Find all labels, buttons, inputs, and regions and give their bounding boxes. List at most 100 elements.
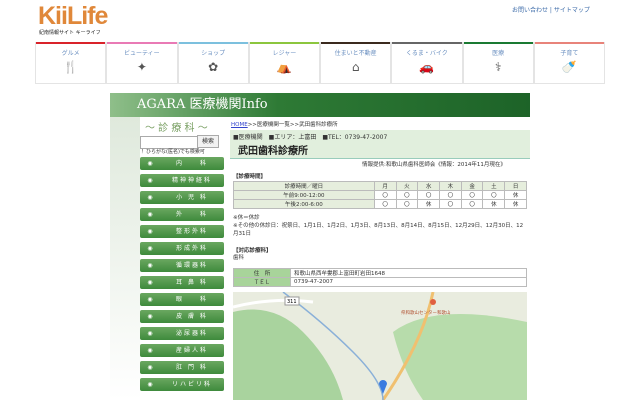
search-hint: ！ひらがな(医名)でも検索可 [141,149,205,155]
department-label: 形成外科 [175,245,208,252]
departments-value: 歯科 [233,255,245,261]
department-link[interactable]: ◉ 肛 門 科 [140,361,224,374]
hours-header: 火 [395,181,419,191]
hours-cell: 〇 [482,190,506,200]
note-closed: ※休＝休診 [233,215,260,221]
nav-tab[interactable]: レジャー ⛺ [248,42,320,84]
hours-cell: 〇 [395,190,419,200]
info-label: ＴＥＬ [233,277,291,287]
circle-bullet-icon: ◉ [147,160,153,167]
hours-header: 日 [504,181,527,191]
department-link[interactable]: ◉ 整形外科 [140,225,224,238]
nav-tab[interactable]: 医療 ⚕ [462,42,534,84]
department-label: 小 児 科 [176,194,208,201]
circle-bullet-icon: ◉ [147,296,153,303]
category-icon: ✿ [208,60,219,74]
nav-tab[interactable]: 子育て 🍼 [533,42,605,84]
hours-header: 土 [482,181,506,191]
department-label: リハビリ科 [171,381,212,388]
map-poi: 県和歌山センター和歌山 [401,309,451,316]
department-label: 耳 鼻 科 [176,279,208,286]
department-label: 精神神経科 [171,177,212,184]
department-link[interactable]: ◉ 耳 鼻 科 [140,276,224,289]
department-link[interactable]: ◉ リハビリ科 [140,378,224,391]
nav-tab[interactable]: くるま・バイク 🚗 [391,42,463,84]
hours-header: 月 [373,181,397,191]
road-number: 311 [287,299,297,305]
breadcrumb-path: >>医療機関一覧>>武田歯科診療所 [247,122,338,128]
nav-tab-label: 医療 [492,50,505,57]
nav-tab[interactable]: グルメ 🍴 [35,42,107,84]
department-label: 整形外科 [175,228,208,235]
nav-tab-label: ショップ [201,50,226,57]
category-icon: ⛺ [276,60,292,74]
department-menu: ◉ 内 科 ◉ 精神神経科 ◉ 小 児 科 ◉ 外 科 ◉ 整形外科 ◉ 形成外科 ◉ 循環器科 ◉ 耳 鼻 … [140,157,224,395]
department-link[interactable]: ◉ 小 児 科 [140,191,224,204]
category-icon: ⌂ [351,60,360,74]
department-link[interactable]: ◉ 眼 科 [140,293,224,306]
leaf-decoration [110,117,140,400]
top-links[interactable]: お問い合わせ | サイトマップ [512,5,590,14]
category-icon: 🍼 [561,60,577,74]
department-label: 肛 門 科 [176,364,208,371]
hours-header: 木 [438,181,462,191]
hours-cell: 午前9:00-12:00 [233,190,375,200]
hours-cell: 〇 [373,190,397,200]
department-link[interactable]: ◉ 泌尿器科 [140,327,224,340]
nav-tab-label: くるま・バイク [405,50,448,57]
info-label: 住 所 [233,268,291,278]
banner: AGARA 医療機関Info [110,93,530,117]
hours-cell: 休 [417,199,440,209]
hours-cell: 〇 [460,199,484,209]
circle-bullet-icon: ◉ [147,177,153,184]
department-label: 外 科 [175,211,208,218]
nav-tab-label: 住まいと不動産 [334,50,377,57]
map[interactable]: 311 県和歌山センター和歌山 [233,292,527,400]
category-nav: グルメ 🍴 ビューティー ✦ ショップ ✿ レジャー ⛺ 住まいと不動産 ⌂ くるま・バイク 🚗 医療 ⚕… [35,42,605,84]
search-button[interactable]: 検索 [197,135,219,148]
department-link[interactable]: ◉ 産婦人科 [140,344,224,357]
info-table: 住 所和歌山県西牟婁郡上富田町岩田1648 ＴＥＬ 0739-47-2007 [233,268,527,287]
table-row: 午後2:00-6:00 〇〇休〇〇休休 [233,199,527,209]
circle-bullet-icon: ◉ [147,279,153,286]
nav-tab-label: 子育て [560,50,579,57]
nav-tab-label: グルメ [61,50,80,57]
department-label: 産婦人科 [175,347,208,354]
department-link[interactable]: ◉ 内 科 [140,157,224,170]
department-link[interactable]: ◉ 循環器科 [140,259,224,272]
circle-bullet-icon: ◉ [147,245,153,252]
nav-tab[interactable]: 住まいと不動産 ⌂ [320,42,392,84]
department-link[interactable]: ◉ 形成外科 [140,242,224,255]
circle-bullet-icon: ◉ [147,381,153,388]
circle-bullet-icon: ◉ [147,313,153,320]
breadcrumb-home[interactable]: HOME [231,122,248,128]
category-icon: 🚗 [419,60,435,74]
hours-cell: 〇 [395,199,419,209]
hours-cell: 休 [482,199,506,209]
info-value: 0739-47-2007 [290,277,527,287]
info-value: 和歌山県西牟婁郡上富田町岩田1648 [290,268,527,278]
note-holidays: ※その他の休診日：祝祭日、1月1日、1月2日、1月3日、8月13日、8月14日、… [233,223,524,237]
logo-tagline: 紀南情報サイト キーライフ [39,30,101,36]
hours-cell: 〇 [460,190,484,200]
nav-tab[interactable]: ショップ ✿ [177,42,249,84]
nav-tab[interactable]: ビューティー ✦ [106,42,178,84]
banner-title: AGARA 医療機関Info [137,97,268,112]
hours-header: 金 [460,181,484,191]
logo[interactable]: KiiLife [38,2,108,31]
hours-cell: 〇 [417,190,440,200]
nav-tab-label: レジャー [272,50,297,57]
breadcrumb: HOME>>医療機関一覧>>武田歯科診療所 [231,120,338,128]
department-link[interactable]: ◉ 精神神経科 [140,174,224,187]
category-icon: ✦ [136,60,147,74]
circle-bullet-icon: ◉ [147,228,153,235]
department-label: 内 科 [175,160,208,167]
department-link[interactable]: ◉ 皮 膚 科 [140,310,224,323]
sidebar-title: ～ 診 療 科 ～ [145,123,208,134]
category-icon: ⚕ [494,60,502,74]
circle-bullet-icon: ◉ [147,347,153,354]
location-pin-icon [379,380,387,394]
hours-cell: 〇 [438,190,462,200]
department-link[interactable]: ◉ 外 科 [140,208,224,221]
clinic-header: ■医療機関 ■エリア：上富田 ■TEL：0739-47-2007 武田歯科診療所 [230,130,530,159]
